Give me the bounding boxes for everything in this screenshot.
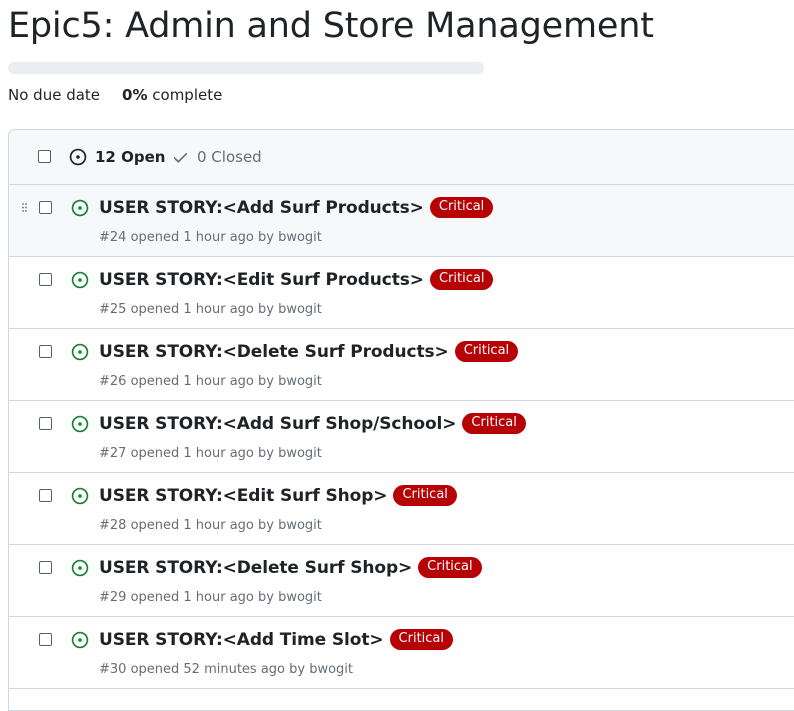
issue-title-link[interactable]: USER STORY:<Add Surf Shop/School> [99, 414, 457, 434]
issue-row[interactable]: USER STORY:<Add Surf Shop/School> Critic… [9, 401, 794, 473]
due-date-text: No due date [8, 86, 101, 104]
issue-checkbox[interactable] [39, 345, 52, 358]
issue-opened-icon [71, 487, 89, 505]
issue-title-link[interactable]: USER STORY:<Delete Surf Products> [99, 342, 449, 362]
issue-opened-icon [71, 415, 89, 433]
label-critical[interactable]: Critical [429, 269, 494, 290]
issue-title-line: USER STORY:<Edit Surf Shop> Critical [99, 485, 457, 506]
issue-title-line: USER STORY:<Edit Surf Products> Critical [99, 269, 494, 290]
issue-checkbox[interactable] [39, 561, 52, 574]
check-icon [173, 152, 188, 163]
issue-title-link[interactable]: USER STORY:<Edit Surf Products> [99, 270, 424, 290]
select-all-checkbox[interactable] [38, 150, 51, 163]
open-issues-filter[interactable]: 12 Open [69, 148, 165, 166]
issue-row[interactable]: USER STORY:<Edit Surf Shop> Critical #28… [9, 473, 794, 545]
issue-title-link[interactable]: USER STORY:<Add Time Slot> [99, 630, 384, 650]
issue-title-line: USER STORY:<Delete Surf Shop> Critical [99, 557, 482, 578]
issue-meta: #30 opened 52 minutes ago by bwogit [99, 662, 354, 677]
milestone-progress-bar [8, 62, 484, 74]
issue-title-line: USER STORY:<Add Time Slot> Critical [99, 629, 453, 650]
issue-title-line: USER STORY:<Delete Surf Products> Critic… [99, 341, 519, 362]
label-critical[interactable]: Critical [462, 413, 526, 434]
closed-issues-filter[interactable]: 0 Closed [172, 148, 262, 166]
issue-meta: #28 opened 1 hour ago by bwogit [99, 518, 322, 533]
issue-row[interactable]: USER STORY:<Delete Surf Shop> Critical #… [9, 545, 794, 617]
issue-opened-icon [69, 148, 87, 166]
label-critical[interactable]: Critical [389, 629, 453, 650]
issue-title-line: USER STORY:<Add Surf Products> Critical [99, 197, 494, 218]
issue-row[interactable]: USER STORY:<Add Time Slot> Critical #30 … [9, 617, 794, 689]
label-critical[interactable]: Critical [418, 557, 482, 578]
label-critical[interactable]: Critical [454, 341, 519, 362]
issue-checkbox[interactable] [39, 201, 52, 214]
label-critical[interactable]: Critical [429, 197, 494, 218]
issue-checkbox[interactable] [39, 273, 52, 286]
issue-list-header: 12 Open 0 Closed [9, 130, 794, 185]
milestone-meta: No due date 0% complete [8, 86, 222, 104]
issue-title-line: USER STORY:<Add Surf Shop/School> Critic… [99, 413, 526, 434]
open-count-label: 12 Open [95, 148, 166, 166]
issue-list: 12 Open 0 Closed USER STORY:<Add Surf Pr… [8, 129, 794, 711]
issue-row[interactable]: USER STORY:<Add Surf Products> Critical … [9, 185, 794, 257]
issue-opened-icon [71, 343, 89, 361]
issue-checkbox[interactable] [39, 489, 52, 502]
issue-meta: #29 opened 1 hour ago by bwogit [99, 590, 322, 605]
issue-checkbox[interactable] [39, 633, 52, 646]
drag-handle-icon[interactable] [22, 203, 28, 212]
closed-count-label: 0 Closed [197, 148, 262, 166]
completion-text: 0% complete [122, 86, 222, 104]
issue-checkbox[interactable] [39, 417, 52, 430]
issue-opened-icon [71, 199, 89, 217]
milestone-title: Epic5: Admin and Store Management [8, 6, 654, 46]
issue-title-link[interactable]: USER STORY:<Delete Surf Shop> [99, 558, 412, 578]
completion-suffix: complete [152, 86, 223, 104]
issue-opened-icon [71, 271, 89, 289]
issue-opened-icon [71, 631, 89, 649]
issue-title-link[interactable]: USER STORY:<Edit Surf Shop> [99, 486, 388, 506]
issue-meta: #25 opened 1 hour ago by bwogit [99, 302, 322, 317]
issue-meta: #27 opened 1 hour ago by bwogit [99, 446, 322, 461]
label-critical[interactable]: Critical [393, 485, 457, 506]
issue-opened-icon [71, 559, 89, 577]
completion-percent: 0% [122, 86, 148, 104]
issue-row[interactable]: USER STORY:<Edit Surf Products> Critical… [9, 257, 794, 329]
issue-rows: USER STORY:<Add Surf Products> Critical … [9, 185, 794, 689]
issue-meta: #26 opened 1 hour ago by bwogit [99, 374, 322, 389]
issue-row[interactable]: USER STORY:<Delete Surf Products> Critic… [9, 329, 794, 401]
issue-meta: #24 opened 1 hour ago by bwogit [99, 230, 322, 245]
issue-title-link[interactable]: USER STORY:<Add Surf Products> [99, 198, 424, 218]
